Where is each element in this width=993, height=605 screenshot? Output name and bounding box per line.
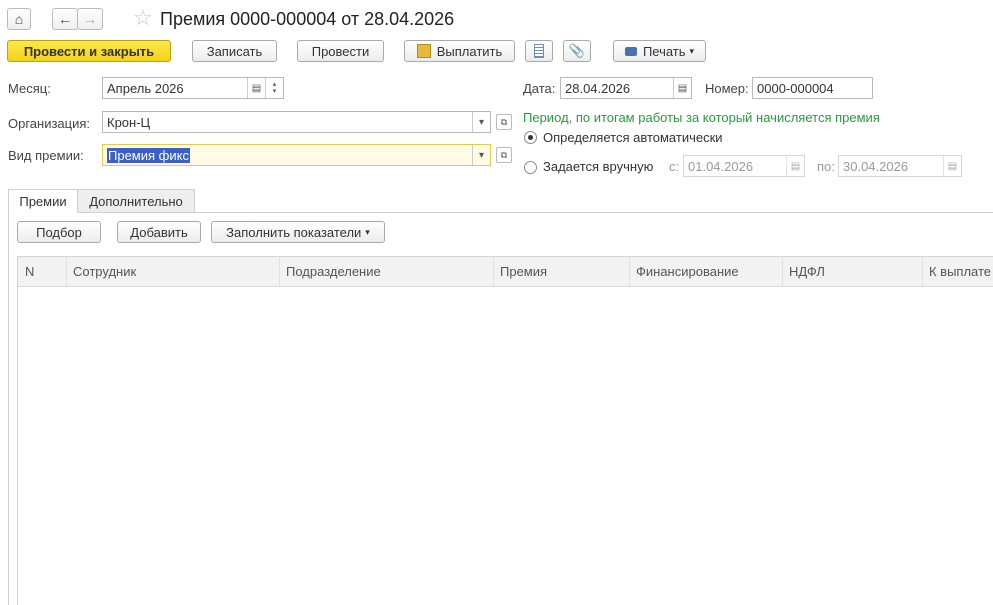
report-button[interactable] [525,40,553,62]
home-icon: ⌂ [14,11,24,27]
organization-field[interactable]: Крон-Ц ▾ [102,111,491,133]
favorite-star-icon[interactable]: ☆ [133,5,153,31]
period-from-value: 01.04.2026 [688,158,754,174]
fill-indicators-button[interactable]: Заполнить показатели ▾ [211,221,385,243]
calendar-icon[interactable]: ▤ [247,78,265,98]
printer-icon [624,46,637,56]
open-organization-icon[interactable]: ⧉ [496,114,512,130]
calendar-icon[interactable]: ▤ [673,78,691,98]
number-label: Номер: [705,81,749,96]
bonus-type-label: Вид премии: [8,148,84,163]
chevron-down-icon: ▾ [365,226,370,237]
from-label: с: [669,159,680,174]
column-header-employee[interactable]: Сотрудник [66,256,279,286]
column-header-n[interactable]: N [18,256,66,286]
tab-panel-border [8,212,9,605]
arrow-right-icon: → [83,11,97,27]
save-button[interactable]: Записать [192,40,277,62]
post-and-close-button[interactable]: Провести и закрыть [7,40,171,62]
tab-additional[interactable]: Дополнительно [78,189,195,213]
post-button[interactable]: Провести [297,40,384,62]
column-header-financing[interactable]: Финансирование [629,256,782,286]
to-label: по: [817,159,835,174]
period-to-field[interactable]: 30.04.2026 ▤ [838,155,962,177]
dropdown-arrow-icon[interactable]: ▾ [472,112,490,132]
fill-indicators-label: Заполнить показатели [226,224,362,240]
attachments-button[interactable]: 📎 [563,40,591,62]
chevron-down-icon: ▾ [689,45,695,56]
date-value: 28.04.2026 [565,80,631,96]
bonuses-table[interactable] [17,256,993,605]
organization-value: Крон-Ц [107,114,151,130]
bonus-type-value: Премия фикс [107,147,190,163]
column-header-ndfl[interactable]: НДФЛ [782,256,922,286]
date-label: Дата: [523,81,556,96]
column-header-bonus[interactable]: Премия [493,256,629,286]
number-field[interactable]: 0000-000004 [752,77,873,99]
print-button-label: Печать [642,43,686,59]
calendar-icon[interactable]: ▤ [786,156,804,176]
page-title: Премия 0000-000004 от 28.04.2026 [160,9,455,29]
arrow-left-icon: ← [58,11,72,27]
home-button[interactable]: ⌂ [7,8,31,30]
select-button[interactable]: Подбор [17,221,101,243]
bonus-type-field[interactable]: Премия фикс ▾ [102,144,491,166]
period-caption: Период, по итогам работы за который начи… [523,110,880,125]
paperclip-icon: 📎 [568,43,586,58]
month-field[interactable]: Апрель 2026 ▤ ▴ ▾ [102,77,284,99]
radio-manual-label: Задается вручную [543,159,654,174]
calendar-icon[interactable]: ▤ [943,156,961,176]
print-button[interactable]: Печать ▾ [613,40,706,62]
open-bonus-type-icon[interactable]: ⧉ [496,147,512,163]
pay-button-label: Выплатить [436,43,503,59]
tab-bonuses[interactable]: Премии [8,189,78,213]
report-list-icon [534,44,544,58]
month-value: Апрель 2026 [107,80,184,96]
back-button[interactable]: ← [52,8,78,30]
month-stepper[interactable]: ▴ ▾ [265,78,283,98]
column-header-department[interactable]: Подразделение [279,256,493,286]
forward-button[interactable]: → [77,8,103,30]
period-from-field[interactable]: 01.04.2026 ▤ [683,155,805,177]
radio-auto[interactable] [524,131,537,144]
column-header-to-pay[interactable]: К выплате [922,256,993,286]
organization-label: Организация: [8,116,91,131]
dropdown-arrow-icon[interactable]: ▾ [472,145,490,165]
date-field[interactable]: 28.04.2026 ▤ [560,77,692,99]
pay-button[interactable]: Выплатить [404,40,515,62]
radio-manual[interactable] [524,161,537,174]
number-value: 0000-000004 [757,80,834,96]
pay-document-icon [416,44,431,58]
period-to-value: 30.04.2026 [843,158,909,174]
add-button[interactable]: Добавить [117,221,201,243]
month-label: Месяц: [8,81,51,96]
radio-auto-label: Определяется автоматически [543,130,723,145]
